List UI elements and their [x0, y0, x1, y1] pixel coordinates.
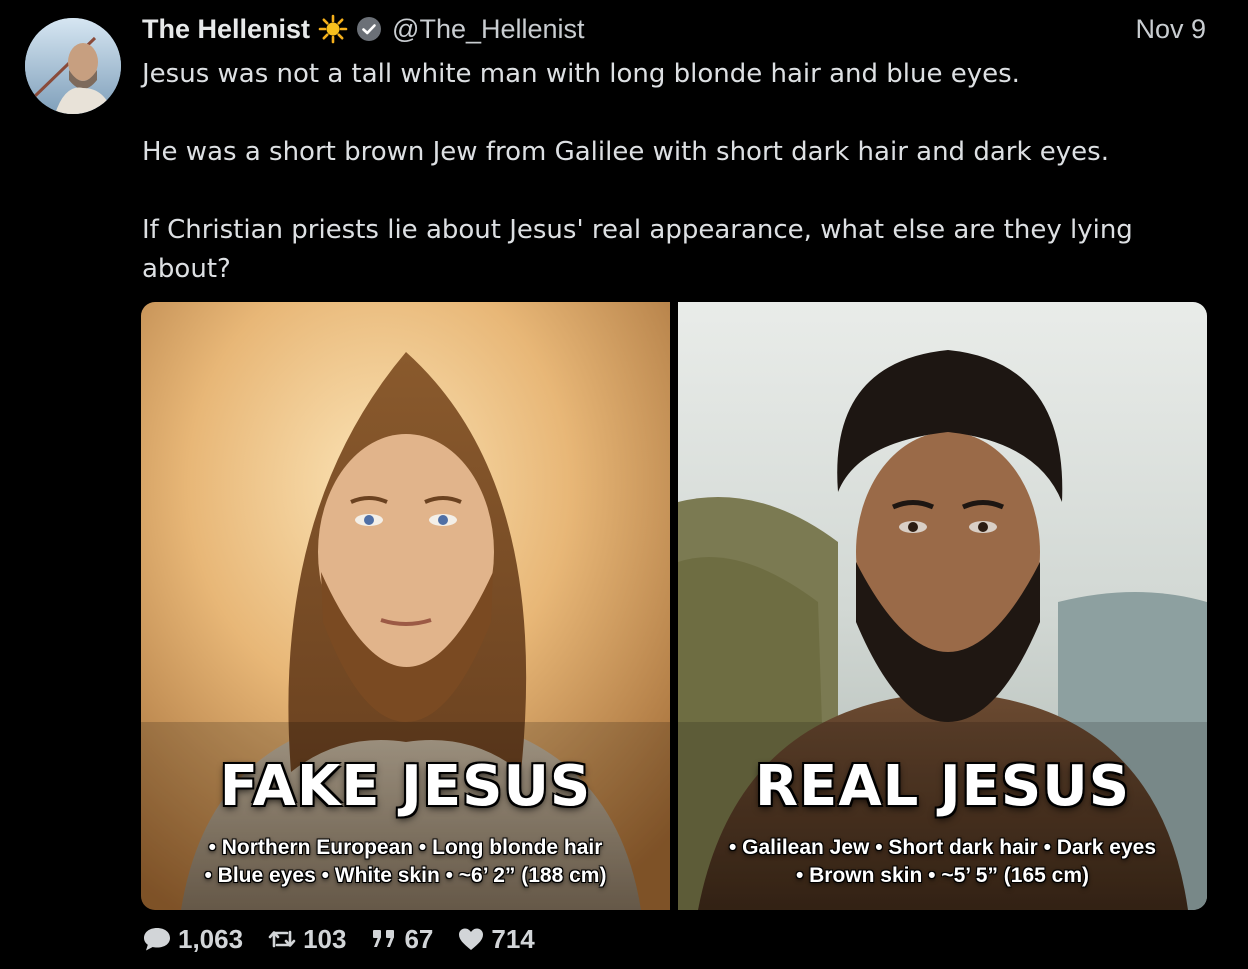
media-panel-left[interactable]: FAKE JESUS • Northern European • Long bl… [141, 302, 670, 910]
post-paragraph-3: If Christian priests lie about Jesus' re… [142, 215, 1133, 284]
reply-icon [144, 928, 170, 951]
right-panel-title: REAL JESUS [754, 754, 1131, 819]
avatar[interactable] [25, 18, 121, 114]
post-header: The Hellenist @The_Hellenist [142, 12, 585, 46]
media-panel-right[interactable]: REAL JESUS • Galilean Jew • Short dark h… [678, 302, 1207, 910]
right-caption-line-2: • Brown skin • ~5’ 5” (165 cm) [795, 864, 1090, 887]
reply-count: 1,063 [178, 923, 244, 954]
left-caption-line-2: • Blue eyes • White skin • ~6’ 2” (188 c… [204, 864, 607, 887]
verified-icon [356, 16, 382, 42]
repost-button[interactable]: 103 [267, 924, 346, 955]
sun-icon [318, 14, 348, 44]
post-media[interactable]: FAKE JESUS • Northern European • Long bl… [141, 302, 1207, 910]
post-text: Jesus was not a tall white man with long… [142, 55, 1207, 289]
post-paragraph-1: Jesus was not a tall white man with long… [142, 59, 1020, 89]
right-caption-line-1: • Galilean Jew • Short dark hair • Dark … [728, 836, 1157, 859]
repost-icon [268, 930, 296, 948]
post-actions: 1,063 103 67 714 [142, 922, 559, 956]
left-panel-caption: • Northern European • Long blonde hair •… [141, 834, 670, 890]
post-paragraph-2: He was a short brown Jew from Galilee wi… [142, 137, 1109, 167]
repost-count: 103 [303, 923, 347, 954]
author-handle[interactable]: @The_Hellenist [392, 14, 585, 45]
like-icon [459, 928, 484, 950]
author-name[interactable]: The Hellenist [142, 14, 310, 45]
left-caption-line-1: • Northern European • Long blonde hair [208, 836, 603, 859]
quote-count: 67 [404, 923, 434, 954]
quote-button[interactable]: 67 [370, 924, 433, 955]
quote-icon [373, 930, 395, 947]
like-count: 714 [491, 923, 535, 954]
right-panel-caption: • Galilean Jew • Short dark hair • Dark … [678, 834, 1207, 890]
avatar-photo [25, 18, 121, 114]
left-panel-title: FAKE JESUS [219, 754, 592, 819]
reply-button[interactable]: 1,063 [142, 924, 243, 955]
like-button[interactable]: 714 [457, 923, 535, 955]
post-date[interactable]: Nov 9 [1135, 12, 1206, 46]
